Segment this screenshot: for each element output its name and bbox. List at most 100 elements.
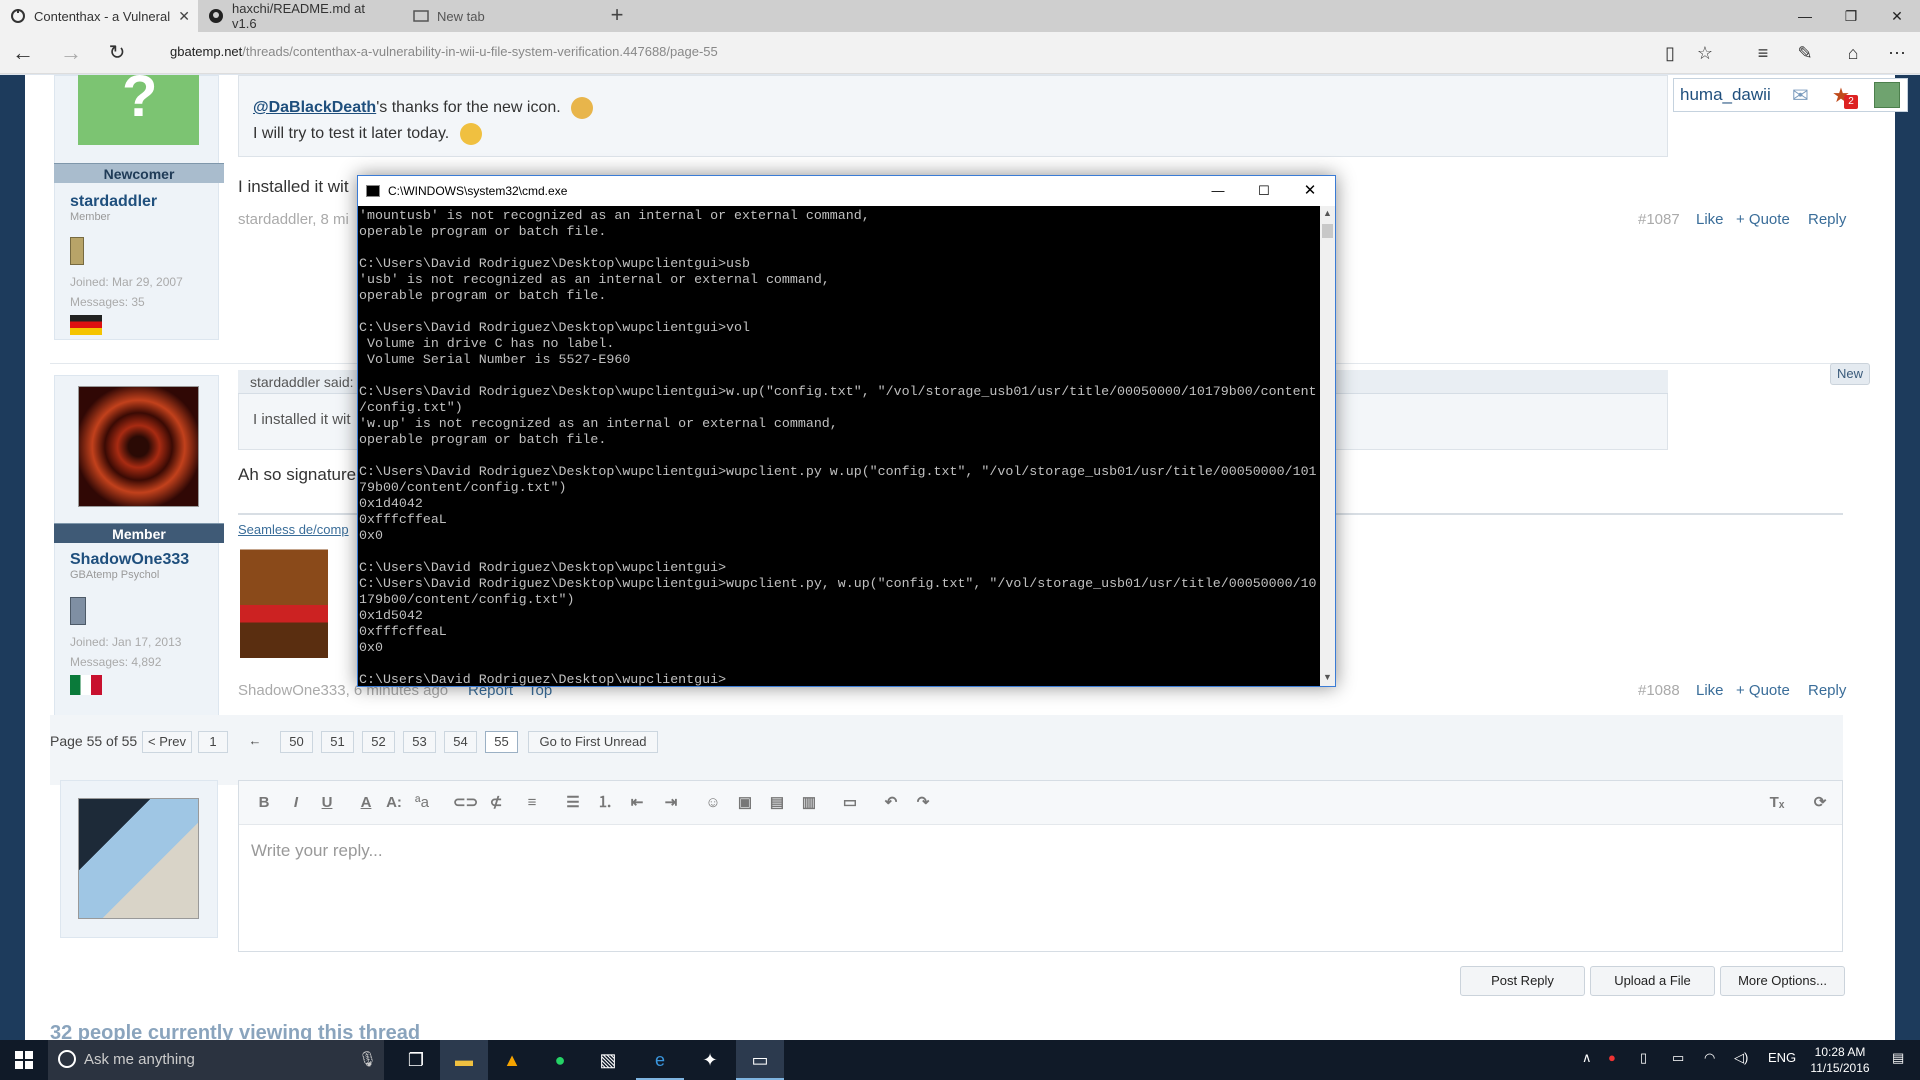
font-size-icon[interactable]: A: [383, 792, 405, 814]
italic-icon[interactable]: I [285, 792, 307, 814]
bold-icon[interactable]: B [253, 792, 275, 814]
wifi-icon[interactable]: ◠ [1704, 1050, 1715, 1066]
scroll-thumb[interactable] [1322, 224, 1333, 238]
share-icon[interactable]: ⌂ [1840, 40, 1866, 66]
mention-link[interactable]: @DaBlackDeath [253, 99, 376, 116]
url-field[interactable]: gbatemp.net/threads/contenthax-a-vulnera… [170, 44, 718, 59]
scroll-up-icon[interactable]: ▲ [1323, 208, 1332, 218]
app-tool-icon[interactable]: ✦ [686, 1040, 734, 1080]
windows-start-icon[interactable] [0, 1040, 48, 1080]
tab-contenthax[interactable]: Contenthax - a Vulneral ✕ [0, 0, 198, 32]
toggle-bbcode-icon[interactable]: ⟳ [1809, 792, 1831, 814]
numbered-list-icon[interactable]: ⒈ [594, 792, 616, 814]
battery-icon[interactable]: ▭ [1672, 1050, 1684, 1066]
username[interactable]: ShadowOne333 [70, 551, 189, 569]
reply-link[interactable]: Reply [1808, 211, 1846, 228]
whatsapp-icon[interactable]: ● [536, 1040, 584, 1080]
reply-link[interactable]: Reply [1808, 682, 1846, 699]
tray-app-icon[interactable]: ● [1608, 1050, 1616, 1065]
page-link-54[interactable]: 54 [444, 731, 477, 753]
quote-author[interactable]: stardaddler said: [250, 374, 354, 390]
cmd-scrollbar[interactable]: ▲ ▼ [1320, 206, 1335, 686]
cmd-window[interactable]: C:\WINDOWS\system32\cmd.exe — ☐ ✕ 'mount… [357, 175, 1336, 687]
header-username[interactable]: huma_dawii [1680, 85, 1771, 105]
outdent-icon[interactable]: ⇤ [626, 792, 648, 814]
insert-icon[interactable]: ▥ [798, 792, 820, 814]
like-link[interactable]: Like [1696, 211, 1724, 228]
volume-icon[interactable]: ◁) [1734, 1050, 1748, 1066]
minimize-icon[interactable]: — [1782, 0, 1828, 32]
page-jump-icon[interactable]: ← [240, 731, 270, 753]
remove-format-icon[interactable]: Tₓ [1766, 792, 1788, 814]
page-link-50[interactable]: 50 [280, 731, 313, 753]
account-icon[interactable] [1874, 82, 1900, 108]
my-avatar[interactable] [78, 798, 199, 919]
back-icon[interactable]: ← [8, 38, 38, 68]
console-output[interactable]: 'mountusb' is not recognized as an inter… [358, 206, 1320, 686]
quote-link[interactable]: + Quote [1736, 211, 1790, 228]
maximize-icon[interactable]: ☐ [1241, 176, 1287, 206]
mail-icon[interactable]: ✉ [1792, 83, 1809, 108]
tab-new[interactable]: New tab [403, 0, 600, 32]
post-number[interactable]: #1087 [1638, 211, 1680, 228]
web-note-icon[interactable]: ✎ [1792, 40, 1818, 66]
indent-icon[interactable]: ⇥ [660, 792, 682, 814]
link-icon[interactable]: ⊂⊃ [453, 792, 478, 814]
more-icon[interactable]: ⋯ [1884, 40, 1910, 66]
reply-placeholder[interactable]: Write your reply... [251, 841, 383, 861]
close-icon[interactable]: ✕ [1874, 0, 1920, 32]
reading-view-icon[interactable]: ▯ [1657, 40, 1683, 66]
avatar[interactable] [78, 386, 199, 507]
page-link-53[interactable]: 53 [403, 731, 436, 753]
task-view-icon[interactable]: ❐ [392, 1040, 440, 1080]
media-icon[interactable]: ▤ [766, 792, 788, 814]
app-chart-icon[interactable]: ▧ [584, 1040, 632, 1080]
unlink-icon[interactable]: ⊄ [485, 792, 507, 814]
username[interactable]: stardaddler [70, 193, 157, 211]
prev-page-button[interactable]: < Prev [142, 731, 192, 753]
cortana-search[interactable]: Ask me anything 🎙 [48, 1040, 384, 1080]
close-icon[interactable]: ✕ [178, 8, 190, 25]
page-link-55-current[interactable]: 55 [485, 731, 518, 753]
bullet-list-icon[interactable]: ☰ [562, 792, 584, 814]
notifications-icon[interactable]: ▤ [1892, 1050, 1904, 1066]
quote-link[interactable]: + Quote [1736, 682, 1790, 699]
avatar[interactable]: ? [78, 75, 199, 145]
smilie-icon[interactable]: ☺ [702, 792, 724, 814]
minimize-icon[interactable]: — [1195, 176, 1241, 206]
restore-icon[interactable]: ❐ [1828, 0, 1874, 32]
signature-link[interactable]: Seamless de/comp [238, 522, 349, 537]
cmd-title-bar[interactable]: C:\WINDOWS\system32\cmd.exe — ☐ ✕ [358, 176, 1335, 206]
image-icon[interactable]: ▣ [734, 792, 756, 814]
align-icon[interactable]: ≡ [521, 792, 543, 814]
first-unread-button[interactable]: Go to First Unread [528, 731, 658, 753]
post-reply-button[interactable]: Post Reply [1460, 966, 1585, 996]
favorite-star-icon[interactable]: ☆ [1692, 40, 1718, 66]
cmd-taskbar-icon[interactable]: ▭ [736, 1040, 784, 1080]
forward-icon[interactable]: → [56, 38, 86, 68]
reply-editor[interactable]: B I U A A: ªa ⊂⊃ ⊄ ≡ ☰ ⒈ ⇤ ⇥ ☺ ▣ ▤ ▥ ▭ ↶… [238, 780, 1843, 952]
post-number[interactable]: #1088 [1638, 682, 1680, 699]
page-link-51[interactable]: 51 [321, 731, 354, 753]
more-options-button[interactable]: More Options... [1720, 966, 1845, 996]
like-link[interactable]: Like [1696, 682, 1724, 699]
save-draft-icon[interactable]: ▭ [839, 792, 861, 814]
language-indicator[interactable]: ENG [1768, 1050, 1796, 1065]
edge-icon[interactable]: e [636, 1040, 684, 1080]
tray-overflow-icon[interactable]: ∧ [1582, 1050, 1592, 1066]
page-link-52[interactable]: 52 [362, 731, 395, 753]
usb-icon[interactable]: ▯ [1640, 1050, 1647, 1066]
close-icon[interactable]: ✕ [1287, 176, 1333, 206]
microphone-icon[interactable]: 🎙 [358, 1050, 377, 1068]
upload-file-button[interactable]: Upload a File [1590, 966, 1715, 996]
text-color-icon[interactable]: A [355, 792, 377, 814]
scroll-down-icon[interactable]: ▼ [1323, 672, 1332, 682]
refresh-icon[interactable]: ↻ [102, 38, 132, 68]
font-family-icon[interactable]: ªa [411, 792, 433, 814]
clock[interactable]: 10:28 AM 11/15/2016 [1805, 1044, 1875, 1076]
redo-icon[interactable]: ↷ [912, 792, 934, 814]
file-explorer-icon[interactable]: ▬ [440, 1040, 488, 1080]
hub-icon[interactable]: ≡ [1750, 40, 1776, 66]
undo-icon[interactable]: ↶ [880, 792, 902, 814]
tab-haxchi[interactable]: haxchi/README.md at v1.6 [198, 0, 403, 32]
